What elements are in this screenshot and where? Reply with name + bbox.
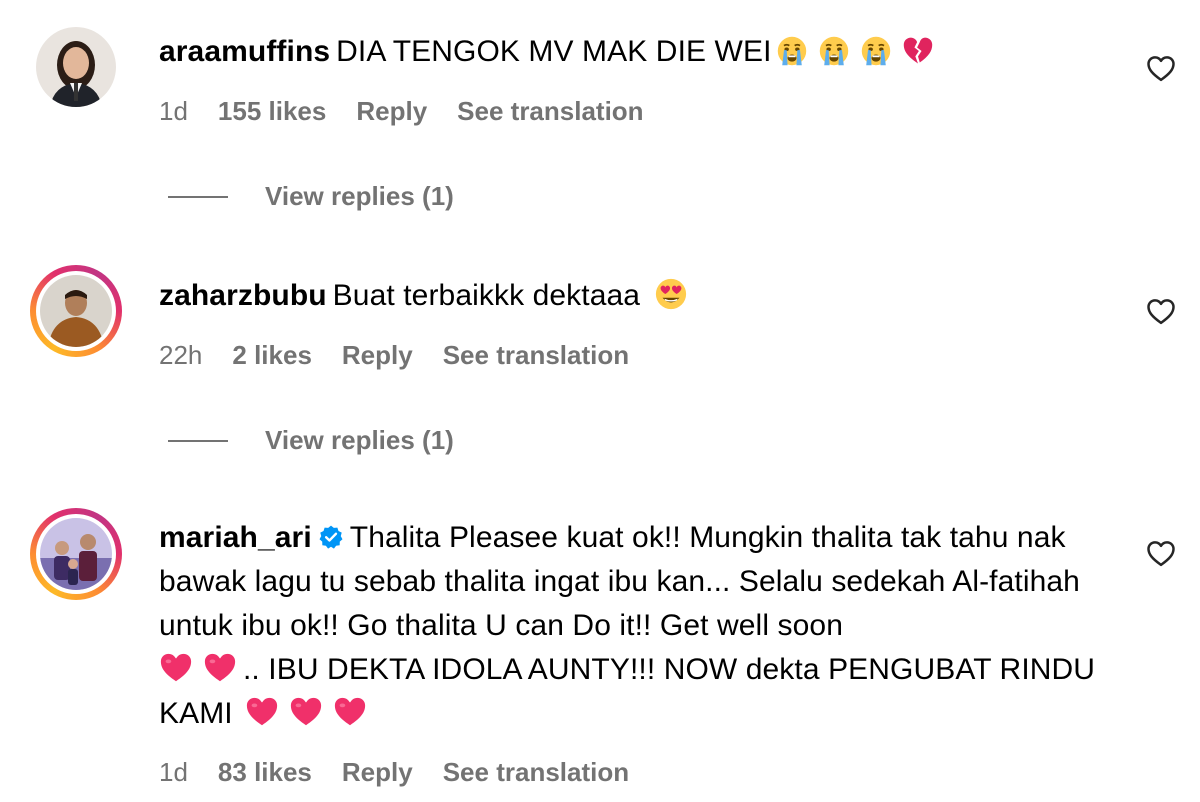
comment-meta: 1d 83 likes Reply See translation — [159, 757, 629, 788]
like-heart-icon[interactable] — [1146, 539, 1176, 567]
replies-divider — [168, 439, 228, 442]
pink-heart-icon — [245, 695, 279, 729]
pink-heart-icon — [333, 695, 367, 729]
comment-text: Buat terbaikkk dektaaa — [332, 279, 641, 312]
avatar-image — [40, 518, 112, 590]
crying-face-icon — [860, 35, 892, 67]
pink-heart-icon — [289, 695, 323, 729]
likes-count[interactable]: 2 likes — [232, 340, 312, 371]
see-translation-button[interactable]: See translation — [457, 96, 643, 127]
heart-eyes-face-icon — [654, 277, 688, 311]
view-replies-button[interactable]: View replies (1) — [168, 181, 454, 212]
view-replies-label: View replies (1) — [265, 425, 454, 455]
see-translation-button[interactable]: See translation — [443, 757, 629, 788]
verified-badge-icon — [319, 525, 343, 549]
avatar-image — [40, 275, 112, 347]
timestamp[interactable]: 1d — [159, 96, 188, 127]
avatar[interactable] — [30, 508, 122, 600]
avatar-image — [36, 27, 116, 107]
comment-body: zaharzbubu Buat terbaikkk dektaaa — [159, 274, 1115, 318]
like-heart-icon[interactable] — [1146, 297, 1176, 325]
username[interactable]: araamuffins — [159, 35, 330, 68]
likes-count[interactable]: 83 likes — [218, 757, 312, 788]
crying-face-icon — [776, 35, 808, 67]
avatar-ring-gap — [36, 271, 116, 351]
pink-heart-icon — [159, 651, 193, 685]
see-translation-button[interactable]: See translation — [443, 340, 629, 371]
broken-heart-icon — [902, 35, 934, 67]
avatar-ring-gap — [36, 514, 116, 594]
avatar[interactable] — [36, 27, 116, 107]
comment-meta: 1d 155 likes Reply See translation — [159, 96, 644, 127]
timestamp[interactable]: 22h — [159, 340, 202, 371]
reply-button[interactable]: Reply — [342, 757, 413, 788]
view-replies-label: View replies (1) — [265, 181, 454, 211]
pink-heart-icon — [203, 651, 237, 685]
comment-body: araamuffins DIA TENGOK MV MAK DIE WEI — [159, 30, 1115, 74]
reply-button[interactable]: Reply — [342, 340, 413, 371]
comment-body: mariah_ari Thalita Pleasee kuat ok!! Mung… — [159, 516, 1115, 736]
comment-meta: 22h 2 likes Reply See translation — [159, 340, 629, 371]
like-heart-icon[interactable] — [1146, 54, 1176, 82]
timestamp[interactable]: 1d — [159, 757, 188, 788]
crying-face-icon — [818, 35, 850, 67]
comment-text: DIA TENGOK MV MAK DIE WEI — [336, 35, 772, 68]
likes-count[interactable]: 155 likes — [218, 96, 326, 127]
view-replies-button[interactable]: View replies (1) — [168, 425, 454, 456]
reply-button[interactable]: Reply — [356, 96, 427, 127]
username[interactable]: zaharzbubu — [159, 279, 327, 312]
avatar[interactable] — [30, 265, 122, 357]
username[interactable]: mariah_ari — [159, 521, 312, 554]
replies-divider — [168, 195, 228, 198]
